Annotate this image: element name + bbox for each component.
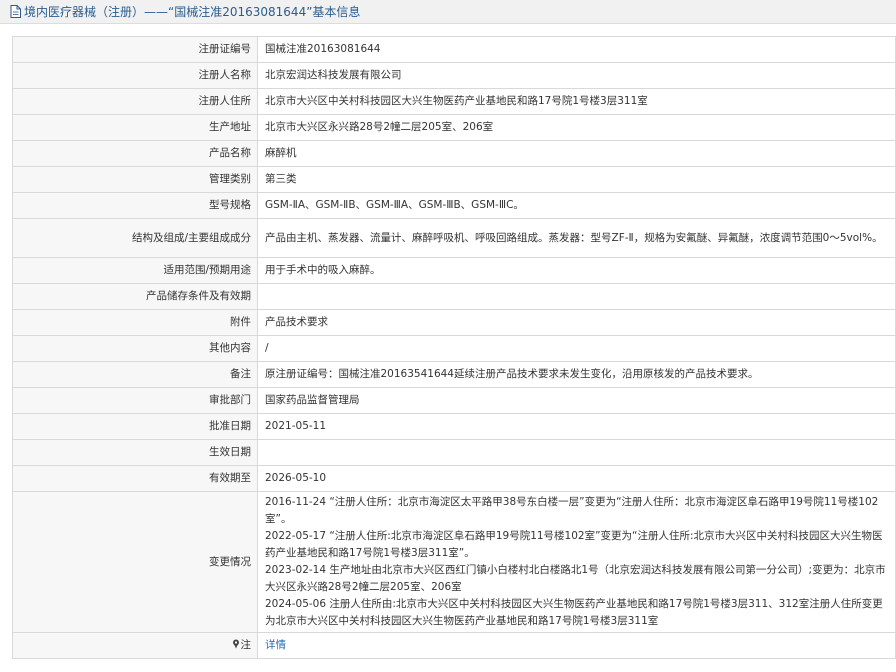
row-label: 管理类别	[12, 166, 258, 193]
row-value: 国械注准20163081644	[257, 36, 896, 63]
row-value: GSM-ⅡA、GSM-ⅡB、GSM-ⅢA、GSM-ⅢB、GSM-ⅢC。	[257, 192, 896, 219]
row-value: 2021-05-11	[257, 413, 896, 440]
table-row: 生效日期	[12, 439, 896, 466]
row-label: 有效期至	[12, 465, 258, 492]
table-row-changes: 变更情况 2016-11-24 “注册人住所：北京市海淀区太平路甲38号东白楼一…	[12, 491, 896, 633]
row-label: 产品名称	[12, 140, 258, 167]
row-value: 第三类	[257, 166, 896, 193]
table-row: 注册证编号 国械注准20163081644	[12, 36, 896, 63]
table-row: 备注 原注册证编号：国械注准20163541644延续注册产品技术要求未发生变化，…	[12, 361, 896, 388]
row-label: 注册人住所	[12, 88, 258, 115]
row-label: 审批部门	[12, 387, 258, 414]
table-row: 附件 产品技术要求	[12, 309, 896, 336]
row-value: 用于手术中的吸入麻醉。	[257, 257, 896, 284]
table-row: 审批部门 国家药品监督管理局	[12, 387, 896, 414]
row-value	[257, 439, 896, 466]
table-row: 有效期至 2026-05-10	[12, 465, 896, 492]
page-title: 境内医疗器械（注册）——“国械注准20163081644”基本信息	[24, 5, 361, 19]
row-value: 北京市大兴区中关村科技园区大兴生物医药产业基地民和路17号院1号楼3层311室	[257, 88, 896, 115]
table-row-note: 注 详情	[12, 632, 896, 659]
note-label: 注	[240, 639, 252, 651]
table-row: 型号规格 GSM-ⅡA、GSM-ⅡB、GSM-ⅢA、GSM-ⅢB、GSM-ⅢC。	[12, 192, 896, 219]
row-label: 型号规格	[12, 192, 258, 219]
change-history: 2016-11-24 “注册人住所：北京市海淀区太平路甲38号东白楼一层”变更为…	[257, 491, 896, 633]
table-row: 管理类别 第三类	[12, 166, 896, 193]
change-item: 2024-05-06 注册人住所由:北京市大兴区中关村科技园区大兴生物医药产业基…	[265, 598, 883, 627]
change-item: 2023-02-14 生产地址由北京市大兴区西红门镇小白楼村北白楼路北1号（北京…	[265, 564, 886, 593]
row-value: 产品由主机、蒸发器、流量计、麻醉呼吸机、呼吸回路组成。蒸发器：型号ZF-Ⅱ，规格…	[257, 218, 896, 258]
row-label: 生效日期	[12, 439, 258, 466]
row-label: 注册人名称	[12, 62, 258, 89]
table-row: 其他内容 /	[12, 335, 896, 362]
details-link[interactable]: 详情	[265, 639, 286, 651]
row-value: 详情	[257, 632, 896, 659]
document-icon	[10, 5, 21, 18]
row-label: 其他内容	[12, 335, 258, 362]
row-value: /	[257, 335, 896, 362]
row-value: 原注册证编号：国械注准20163541644延续注册产品技术要求未发生变化，沿用…	[257, 361, 896, 388]
detail-table-container: 注册证编号 国械注准20163081644 注册人名称 北京宏润达科技发展有限公司 …	[12, 36, 896, 659]
table-row: 批准日期 2021-05-11	[12, 413, 896, 440]
detail-table: 注册证编号 国械注准20163081644 注册人名称 北京宏润达科技发展有限公司 …	[12, 36, 896, 659]
row-value: 北京宏润达科技发展有限公司	[257, 62, 896, 89]
row-label: 注册证编号	[12, 36, 258, 63]
row-label: 生产地址	[12, 114, 258, 141]
table-row: 生产地址 北京市大兴区永兴路28号2幢二层205室、206室	[12, 114, 896, 141]
row-label: 结构及组成/主要组成成分	[12, 218, 258, 258]
table-row: 注册人住所 北京市大兴区中关村科技园区大兴生物医药产业基地民和路17号院1号楼3层…	[12, 88, 896, 115]
row-value: 国家药品监督管理局	[257, 387, 896, 414]
row-value	[257, 283, 896, 310]
pin-icon	[232, 639, 239, 649]
row-label: 附件	[12, 309, 258, 336]
row-label: 适用范围/预期用途	[12, 257, 258, 284]
change-item: 2022-05-17 “注册人住所:北京市海淀区阜石路甲19号院11号楼102室…	[265, 530, 883, 559]
table-row: 适用范围/预期用途 用于手术中的吸入麻醉。	[12, 257, 896, 284]
row-value: 2026-05-10	[257, 465, 896, 492]
row-value: 产品技术要求	[257, 309, 896, 336]
row-value: 北京市大兴区永兴路28号2幢二层205室、206室	[257, 114, 896, 141]
page-header: 境内医疗器械（注册）——“国械注准20163081644”基本信息	[0, 0, 896, 24]
table-row: 产品储存条件及有效期	[12, 283, 896, 310]
row-value: 麻醉机	[257, 140, 896, 167]
table-row: 产品名称 麻醉机	[12, 140, 896, 167]
table-row: 结构及组成/主要组成成分 产品由主机、蒸发器、流量计、麻醉呼吸机、呼吸回路组成。蒸…	[12, 218, 896, 258]
change-item: 2016-11-24 “注册人住所：北京市海淀区太平路甲38号东白楼一层”变更为…	[265, 496, 879, 525]
row-label: 产品储存条件及有效期	[12, 283, 258, 310]
row-label: 变更情况	[12, 491, 258, 633]
row-label: 备注	[12, 361, 258, 388]
table-row: 注册人名称 北京宏润达科技发展有限公司	[12, 62, 896, 89]
row-label-note: 注	[12, 632, 258, 659]
row-label: 批准日期	[12, 413, 258, 440]
